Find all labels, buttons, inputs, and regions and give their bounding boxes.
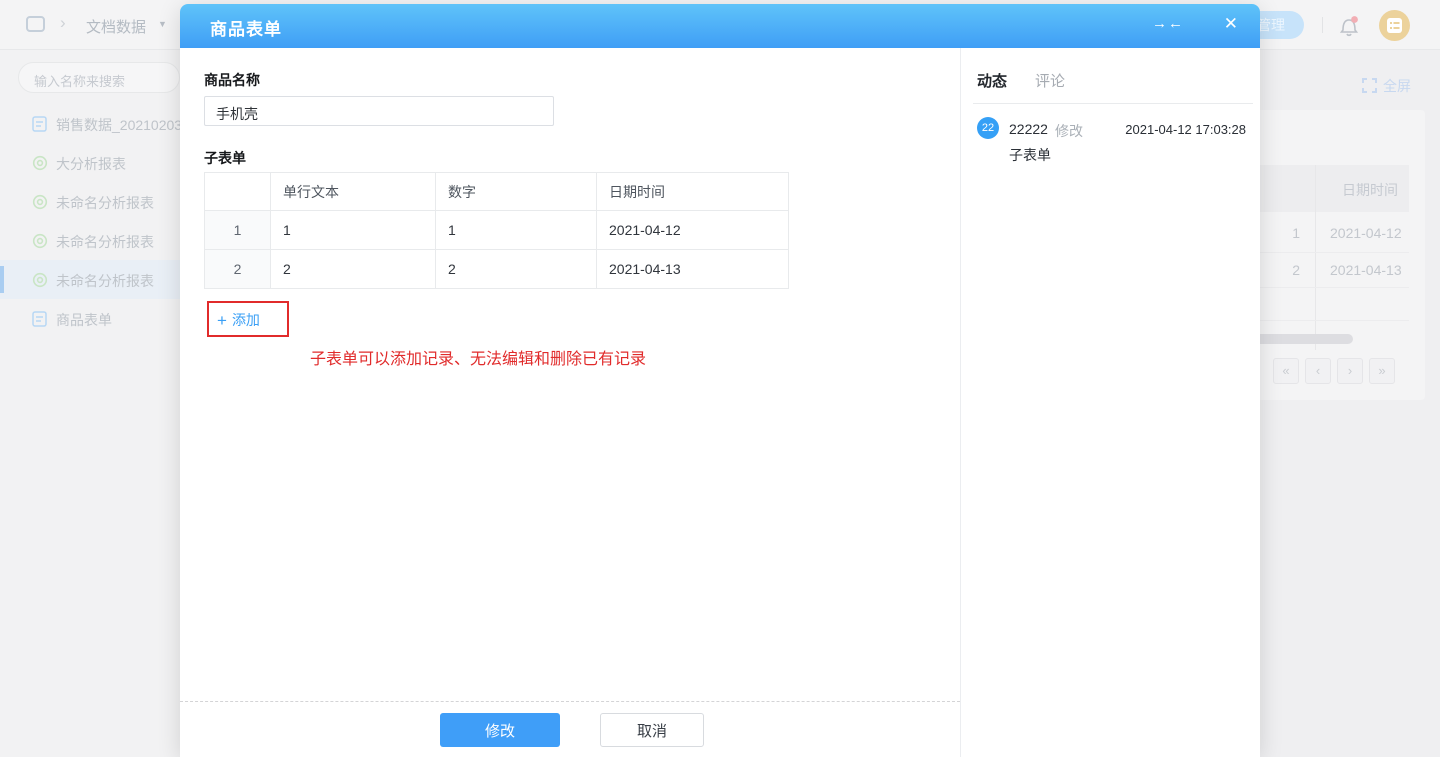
search-placeholder: 输入名称来搜索 bbox=[34, 71, 125, 90]
sidebar-search-input[interactable]: 输入名称来搜索 bbox=[18, 62, 180, 93]
fullscreen-link[interactable]: 全屏 bbox=[1362, 76, 1422, 94]
pagination-next-button[interactable]: › bbox=[1337, 358, 1363, 384]
breadcrumb-caret-icon[interactable]: ▼ bbox=[158, 19, 167, 29]
pagination-prev-button[interactable]: ‹ bbox=[1305, 358, 1331, 384]
fullscreen-icon bbox=[1362, 78, 1377, 93]
subform-cell-index: 1 bbox=[205, 211, 271, 250]
app-window-icon[interactable] bbox=[26, 16, 45, 32]
product-name-value: 手机壳 bbox=[216, 104, 258, 124]
activity-detail: 子表单 bbox=[1009, 145, 1051, 165]
cancel-button[interactable]: 取消 bbox=[600, 713, 704, 747]
subform-header-datetime: 日期时间 bbox=[597, 173, 789, 211]
modal-form-area: 商品名称 手机壳 子表单 单行文本 数字 日期时间 1 1 1 2021-04-… bbox=[180, 48, 960, 757]
subform-header-row: 单行文本 数字 日期时间 bbox=[205, 173, 789, 211]
activity-avatar: 22 bbox=[977, 117, 999, 139]
document-icon bbox=[32, 116, 47, 132]
subform-row: 1 1 1 2021-04-12 bbox=[205, 211, 789, 250]
sidebar-item-form[interactable]: 商品表单 bbox=[0, 299, 180, 338]
breadcrumb-item[interactable]: 文档数据 bbox=[86, 16, 146, 37]
topbar-divider bbox=[1322, 17, 1323, 33]
add-record-button[interactable]: + 添加 bbox=[217, 310, 260, 331]
modal-title: 商品表单 bbox=[210, 15, 282, 40]
sidebar: 输入名称来搜索 销售数据_20210203 大分析报表 未命名分析报表 bbox=[0, 50, 180, 757]
breadcrumb-chevron-icon: › bbox=[60, 13, 66, 33]
sidebar-item-report[interactable]: 未命名分析报表 bbox=[0, 221, 180, 260]
tab-comments[interactable]: 评论 bbox=[1035, 70, 1065, 91]
product-form-modal: 商品表单 →← ✕ 商品名称 手机壳 子表单 单行文本 数字 日期时间 1 bbox=[180, 4, 1260, 757]
sidebar-item-report-selected[interactable]: 未命名分析报表 bbox=[0, 260, 180, 299]
bg-row-num: 1 bbox=[1270, 225, 1300, 241]
sidebar-item-label: 商品表单 bbox=[56, 310, 112, 330]
sidebar-item-document[interactable]: 销售数据_20210203 bbox=[0, 104, 180, 143]
report-icon bbox=[32, 155, 47, 171]
sidebar-item-label: 未命名分析报表 bbox=[56, 232, 154, 252]
document-icon bbox=[32, 311, 47, 327]
sidebar-item-report[interactable]: 未命名分析报表 bbox=[0, 182, 180, 221]
footer-divider bbox=[180, 701, 960, 702]
sidebar-item-label: 大分析报表 bbox=[56, 154, 126, 174]
fullscreen-label: 全屏 bbox=[1383, 76, 1411, 96]
sidebar-item-report[interactable]: 大分析报表 bbox=[0, 143, 180, 182]
activity-timestamp: 2021-04-12 17:03:28 bbox=[1125, 122, 1246, 137]
panel-divider bbox=[973, 103, 1253, 104]
notification-bell-icon[interactable] bbox=[1339, 14, 1361, 38]
pagination-last-button[interactable]: » bbox=[1369, 358, 1395, 384]
bg-column-divider bbox=[1315, 165, 1316, 350]
activity-user: 22222 bbox=[1009, 121, 1048, 137]
collapse-width-icon[interactable]: →← bbox=[1152, 15, 1184, 32]
close-icon[interactable]: ✕ bbox=[1224, 14, 1238, 34]
report-icon bbox=[32, 233, 47, 249]
subform-cell-index: 2 bbox=[205, 250, 271, 289]
subform-header-index bbox=[205, 173, 271, 211]
user-avatar[interactable] bbox=[1379, 10, 1410, 41]
subform-header-text: 单行文本 bbox=[271, 173, 436, 211]
sidebar-item-label: 未命名分析报表 bbox=[56, 193, 154, 213]
activity-panel: 动态 评论 22 22222 修改 2021-04-12 17:03:28 子表… bbox=[960, 48, 1260, 757]
subform-header-number: 数字 bbox=[436, 173, 597, 211]
sidebar-item-label: 未命名分析报表 bbox=[56, 271, 154, 291]
bg-date-header: 日期时间 bbox=[1342, 180, 1398, 200]
subform-row: 2 2 2 2021-04-13 bbox=[205, 250, 789, 289]
subform-label: 子表单 bbox=[204, 148, 246, 168]
annotation-text: 子表单可以添加记录、无法编辑和删除已有记录 bbox=[310, 345, 646, 369]
subform-cell-datetime: 2021-04-12 bbox=[597, 211, 789, 250]
annotation-highlight-box: + 添加 bbox=[207, 301, 289, 337]
sidebar-item-label: 销售数据_20210203 bbox=[56, 115, 182, 135]
activity-action: 修改 bbox=[1055, 121, 1083, 141]
modal-header: 商品表单 →← ✕ bbox=[180, 4, 1260, 48]
bg-row-num: 2 bbox=[1270, 262, 1300, 278]
product-name-input[interactable]: 手机壳 bbox=[204, 96, 554, 126]
subform-cell-text: 1 bbox=[271, 211, 436, 250]
confirm-button[interactable]: 修改 bbox=[440, 713, 560, 747]
pagination-first-button[interactable]: « bbox=[1273, 358, 1299, 384]
subform-cell-number: 1 bbox=[436, 211, 597, 250]
tab-activity[interactable]: 动态 bbox=[977, 70, 1007, 91]
subform-cell-datetime: 2021-04-13 bbox=[597, 250, 789, 289]
subform-cell-number: 2 bbox=[436, 250, 597, 289]
sidebar-list: 销售数据_20210203 大分析报表 未命名分析报表 未命名分析报表 bbox=[0, 104, 180, 338]
app-page: › 文档数据 ▼ 管理 输入名称来搜索 bbox=[0, 0, 1440, 757]
bg-row-date: 2021-04-12 bbox=[1330, 225, 1402, 241]
plus-icon: + bbox=[217, 311, 227, 330]
report-icon bbox=[32, 272, 47, 288]
bg-row-date: 2021-04-13 bbox=[1330, 262, 1402, 278]
product-name-label: 商品名称 bbox=[204, 70, 260, 90]
subform-table: 单行文本 数字 日期时间 1 1 1 2021-04-12 2 2 2 2021… bbox=[204, 172, 789, 289]
subform-cell-text: 2 bbox=[271, 250, 436, 289]
add-record-label: 添加 bbox=[232, 312, 260, 328]
report-icon bbox=[32, 194, 47, 210]
